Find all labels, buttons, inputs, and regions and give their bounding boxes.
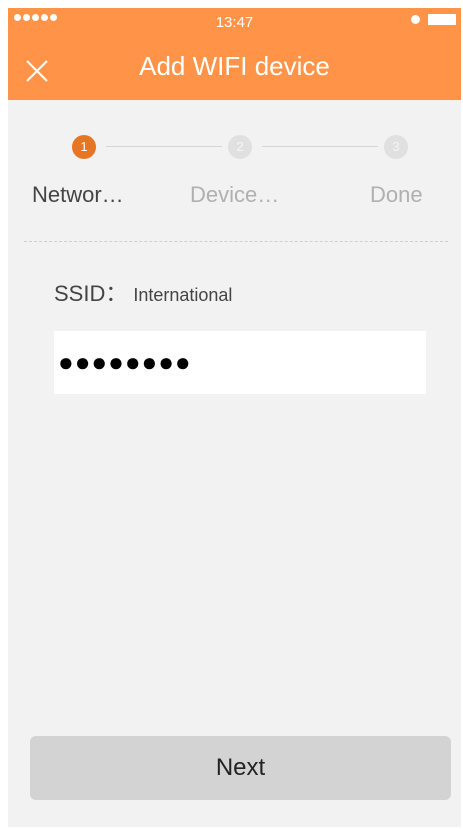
step-3-label: Done [370, 182, 423, 207]
step-3-indicator: 3 [384, 135, 408, 159]
app-screen: 13:47 Add WIFI device 1 2 3 Networ… Devi… [8, 8, 461, 827]
ssid-label: SSID： [54, 281, 128, 306]
step-2-label: Device… [190, 182, 280, 207]
status-bar: 13:47 [8, 8, 461, 34]
password-field[interactable]: ●●●●●●●● [54, 331, 426, 394]
step-2-indicator: 2 [228, 135, 252, 159]
ssid-value: International [133, 285, 233, 305]
battery-icon [428, 14, 456, 25]
status-time: 13:47 [215, 14, 254, 31]
step-connector [106, 146, 222, 147]
step-progress: 1 2 3 Networ… Device… Done [8, 100, 461, 250]
step-1-indicator: 1 [72, 135, 96, 159]
step-connector [262, 146, 378, 147]
header-bar: 13:47 Add WIFI device [8, 8, 461, 100]
alarm-icon [411, 15, 420, 24]
ssid-row: SSID： International [54, 276, 232, 308]
step-1-label: Networ… [32, 182, 124, 207]
next-button[interactable]: Next [30, 736, 451, 800]
section-divider [24, 241, 448, 242]
page-title: Add WIFI device [139, 51, 330, 81]
